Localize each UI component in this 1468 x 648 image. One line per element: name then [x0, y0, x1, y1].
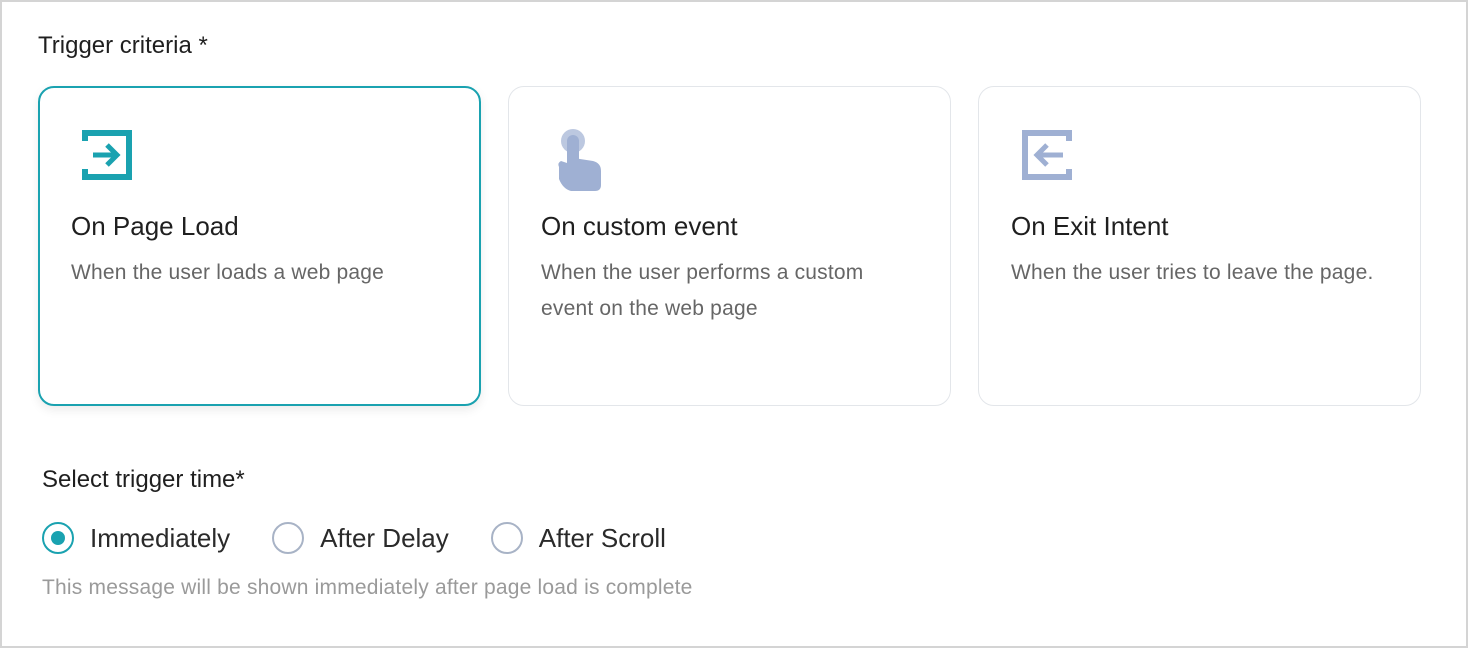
card-description: When the user tries to leave the page. — [1011, 261, 1374, 284]
trigger-time-radio-group: Immediately After Delay After Scroll — [42, 518, 708, 558]
radio-immediately[interactable]: Immediately — [42, 522, 230, 554]
radio-circle[interactable] — [490, 522, 523, 554]
exit-icon — [1019, 127, 1079, 187]
card-description: When the user performs a custom event on… — [541, 261, 864, 320]
radio-circle[interactable] — [272, 522, 305, 554]
tap-hand-icon — [549, 127, 609, 191]
trigger-settings-panel: Trigger criteria * On Page Load When the… — [0, 0, 1468, 648]
card-title: On Exit Intent — [1011, 211, 1169, 241]
radio-label: Immediately — [90, 522, 231, 553]
trigger-criteria-title: Trigger criteria * — [38, 32, 208, 59]
card-title: On custom event — [541, 211, 738, 241]
radio-circle[interactable] — [42, 522, 74, 554]
card-title: On Page Load — [71, 211, 239, 241]
radio-after-scroll[interactable]: After Scroll — [490, 522, 666, 554]
radio-label: After Delay — [320, 522, 449, 553]
radio-label: After Scroll — [538, 522, 666, 553]
enter-icon — [79, 127, 139, 187]
radio-after-delay[interactable]: After Delay — [272, 522, 449, 554]
card-on-custom-event[interactable]: On custom event When the user performs a… — [508, 86, 951, 406]
card-description: When the user loads a web page — [71, 261, 385, 284]
helper-text: This message will be shown immediately a… — [42, 576, 693, 599]
card-on-exit-intent[interactable]: On Exit Intent When the user tries to le… — [978, 86, 1421, 406]
trigger-time-title: Select trigger time* — [42, 466, 245, 493]
card-on-page-load[interactable]: On Page Load When the user loads a web p… — [38, 86, 481, 406]
